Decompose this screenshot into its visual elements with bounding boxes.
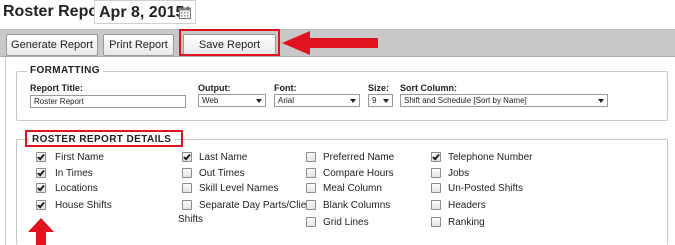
size-select[interactable]: 9	[368, 94, 393, 107]
chevron-down-icon	[256, 99, 262, 103]
last-name-checkbox[interactable]	[182, 152, 192, 162]
jobs-label: Jobs	[448, 168, 470, 179]
grid-lines-label: Grid Lines	[323, 217, 369, 228]
telephone-number-label: Telephone Number	[448, 152, 533, 163]
arrow-left-icon	[282, 31, 378, 55]
compare-hours-label: Compare Hours	[323, 168, 394, 179]
calendar-icon[interactable]	[179, 6, 191, 19]
separate-day-parts-label-line2: Shifts	[178, 214, 204, 225]
locations-checkbox[interactable]	[36, 183, 46, 193]
blank-columns-label: Blank Columns	[323, 200, 391, 211]
output-label: Output:	[198, 83, 231, 93]
font-label: Font:	[274, 83, 297, 93]
date-value: Apr 8, 2015	[99, 4, 185, 21]
in-times-checkbox[interactable]	[36, 168, 46, 178]
report-title-label: Report Title:	[30, 83, 83, 93]
separate-day-parts-label: Separate Day Parts/Client	[199, 200, 315, 211]
first-name-checkbox[interactable]	[36, 152, 46, 162]
un-posted-shifts-label: Un-Posted Shifts	[448, 183, 524, 194]
meal-column-checkbox[interactable]	[306, 183, 316, 193]
size-value: 9	[372, 96, 377, 105]
first-name-label: First Name	[55, 152, 104, 163]
meal-column-label: Meal Column	[323, 183, 382, 194]
print-report-button[interactable]: Print Report	[103, 34, 174, 56]
output-select[interactable]: Web	[198, 94, 266, 107]
house-shifts-checkbox[interactable]	[36, 200, 46, 210]
blank-columns-checkbox[interactable]	[306, 200, 316, 210]
grid-lines-checkbox[interactable]	[306, 217, 316, 227]
font-value: Arial	[278, 96, 295, 105]
sort-column-value: Shift and Schedule [Sort by Name]	[404, 96, 527, 105]
output-value: Web	[202, 96, 219, 105]
separate-day-parts-checkbox[interactable]	[182, 200, 192, 210]
chevron-down-icon	[598, 99, 604, 103]
sort-column-label: Sort Column:	[400, 83, 457, 93]
compare-hours-checkbox[interactable]	[306, 168, 316, 178]
telephone-number-checkbox[interactable]	[431, 152, 441, 162]
chevron-down-icon	[383, 99, 389, 103]
ranking-label: Ranking	[448, 217, 485, 228]
in-times-label: In Times	[55, 168, 93, 179]
ranking-checkbox[interactable]	[431, 217, 441, 227]
out-times-label: Out Times	[199, 168, 245, 179]
preferred-name-checkbox[interactable]	[306, 152, 316, 162]
headers-checkbox[interactable]	[431, 200, 441, 210]
report-title-input[interactable]: Roster Report	[30, 95, 186, 108]
skill-level-names-label: Skill Level Names	[199, 183, 279, 194]
preferred-name-label: Preferred Name	[323, 152, 395, 163]
generate-report-button[interactable]: Generate Report	[6, 34, 98, 56]
jobs-checkbox[interactable]	[431, 168, 441, 178]
font-select[interactable]: Arial	[274, 94, 360, 107]
out-times-checkbox[interactable]	[182, 168, 192, 178]
date-picker[interactable]: Apr 8, 2015	[94, 0, 196, 24]
size-label: Size:	[368, 83, 390, 93]
highlight-save-settings	[179, 29, 280, 56]
headers-label: Headers	[448, 200, 486, 211]
last-name-label: Last Name	[199, 152, 248, 163]
un-posted-shifts-checkbox[interactable]	[431, 183, 441, 193]
arrow-up-icon	[28, 218, 54, 245]
house-shifts-label: House Shifts	[55, 200, 112, 211]
locations-label: Locations	[55, 183, 98, 194]
skill-level-names-checkbox[interactable]	[182, 183, 192, 193]
chevron-down-icon	[350, 99, 356, 103]
sort-column-select[interactable]: Shift and Schedule [Sort by Name]	[400, 94, 608, 107]
highlight-details-legend	[25, 130, 183, 147]
formatting-legend: FORMATTING	[27, 65, 103, 76]
